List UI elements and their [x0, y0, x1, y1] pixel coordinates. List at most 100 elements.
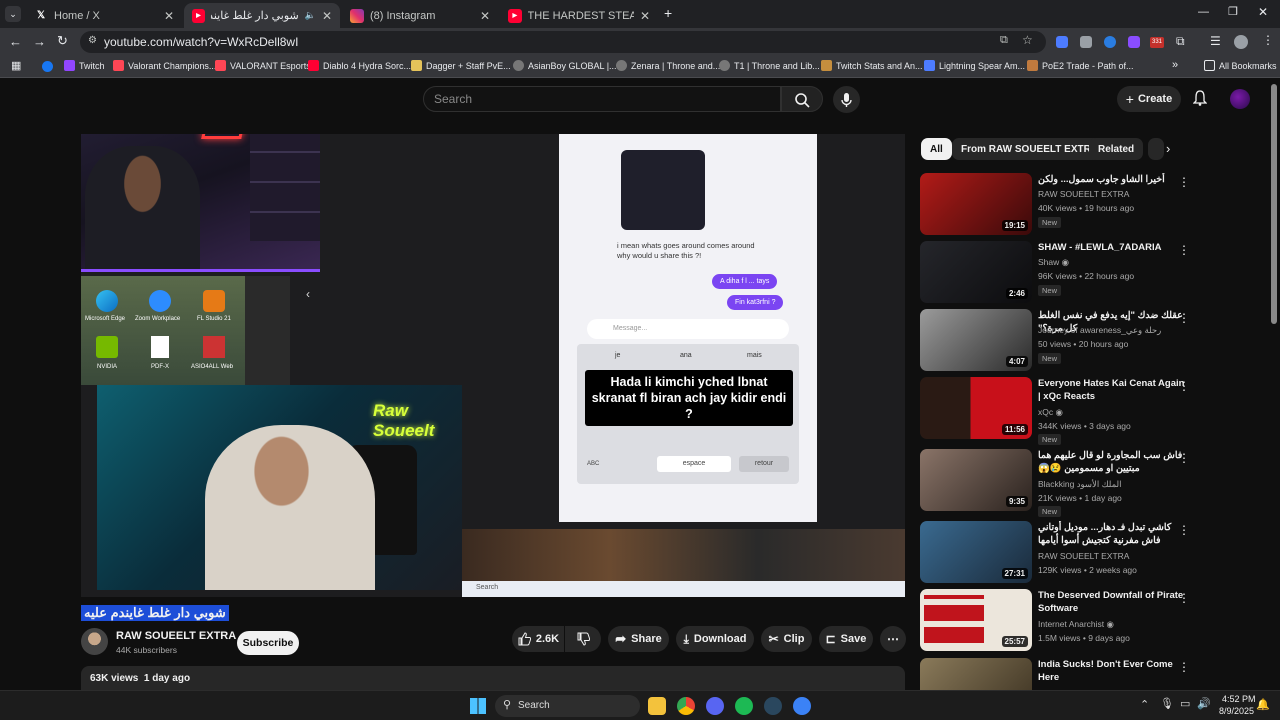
- tab-x-home[interactable]: 𝕏 Home / X ✕: [26, 3, 182, 28]
- download-button[interactable]: ⤓ Download: [676, 626, 754, 652]
- tab-youtube-current[interactable]: ▶ شوبي دار غلط غايندم عليه - 🔈 ✕: [184, 3, 340, 28]
- cast-icon[interactable]: ⧉: [1000, 34, 1008, 47]
- apps-grid-icon[interactable]: ▦: [11, 59, 21, 72]
- all-bookmarks-folder[interactable]: All Bookmarks: [1204, 60, 1277, 71]
- video-thumbnail[interactable]: [920, 658, 1032, 690]
- bookmark-poe2-trade[interactable]: PoE2 Trade - Path of...: [1027, 60, 1134, 71]
- like-button[interactable]: 2.6K: [512, 626, 564, 652]
- recommendation-item[interactable]: 27:31 كاشي تبدل فـ دهار... موديل أوتاني …: [920, 521, 1265, 585]
- recommendation-item[interactable]: 2:46 SHAW - #LEWLA_7ADARIA Shaw ◉ 96K vi…: [920, 241, 1265, 305]
- bookmark-diablo[interactable]: Diablo 4 Hydra Sorc...: [308, 60, 411, 71]
- app-icon[interactable]: [793, 697, 811, 715]
- close-icon[interactable]: ✕: [322, 9, 332, 23]
- chip-from-channel[interactable]: From RAW SOUEELT EXTRA: [952, 138, 1108, 160]
- kebab-menu-icon[interactable]: ⋮: [1178, 451, 1190, 465]
- bookmark-asianboy[interactable]: AsianBoy GLOBAL |...: [513, 60, 617, 71]
- menu-kebab-icon[interactable]: ⋮: [1262, 33, 1274, 47]
- close-icon[interactable]: ✕: [164, 9, 174, 23]
- video-title[interactable]: أخيرا الشاو جاوب سمول... ولكن: [1038, 173, 1188, 186]
- forward-icon[interactable]: →: [33, 34, 46, 49]
- steam-icon[interactable]: [764, 697, 782, 715]
- bookmark-star-icon[interactable]: ☆: [1022, 33, 1033, 47]
- recommendation-item[interactable]: 11:56 Everyone Hates Kai Cenat Again | x…: [920, 377, 1265, 445]
- windows-start-icon[interactable]: [470, 698, 486, 714]
- description-box[interactable]: 63K views 1 day ago: [81, 666, 905, 690]
- subscribe-button[interactable]: Subscribe: [237, 631, 299, 655]
- create-button[interactable]: + Create: [1117, 86, 1181, 112]
- tab-steak-challenge[interactable]: ▶ THE HARDEST STEAK CHALLEN ✕: [500, 3, 658, 28]
- discord-icon[interactable]: [706, 697, 724, 715]
- account-avatar[interactable]: [1230, 89, 1250, 109]
- kebab-menu-icon[interactable]: ⋮: [1178, 379, 1190, 393]
- chip-related[interactable]: Related: [1089, 138, 1144, 160]
- clip-button[interactable]: ✂ Clip: [761, 626, 812, 652]
- extension-badge[interactable]: 331: [1150, 37, 1164, 48]
- video-title[interactable]: فاش سب المجاورة لو قال عليهم هما مبتيين …: [1038, 449, 1188, 475]
- share-button[interactable]: ➦ Share: [608, 626, 669, 652]
- chevron-right-icon[interactable]: ›: [1166, 141, 1170, 156]
- reload-icon[interactable]: ↻: [57, 33, 68, 49]
- chip-partial[interactable]: [1148, 138, 1164, 160]
- extension-icon[interactable]: [1128, 36, 1140, 48]
- video-thumbnail[interactable]: 19:15: [920, 173, 1032, 235]
- player-chevron-icon[interactable]: ‹: [306, 287, 310, 301]
- video-title[interactable]: كاشي تبدل فـ دهار... موديل أوتاني فاش مف…: [1038, 521, 1188, 547]
- tab-search-dropdown[interactable]: ⌄: [5, 6, 21, 22]
- channel-name[interactable]: Shaw ◉: [1038, 257, 1069, 268]
- site-info-icon[interactable]: ⚙: [88, 35, 97, 46]
- channel-name[interactable]: RAW SOUEELT EXTRA: [116, 630, 236, 642]
- page-scrollbar[interactable]: [1271, 84, 1277, 324]
- save-button[interactable]: ⊏ Save: [819, 626, 873, 652]
- bookmark-valorant-champions[interactable]: Valorant Champions...: [113, 60, 216, 71]
- tab-instagram[interactable]: (8) Instagram ✕: [342, 3, 498, 28]
- channel-avatar[interactable]: [81, 628, 108, 655]
- bookmark-lightning-spear[interactable]: Lightning Spear Am...: [924, 60, 1025, 71]
- volume-icon[interactable]: 🔊: [1197, 697, 1211, 710]
- video-thumbnail[interactable]: 4:07: [920, 309, 1032, 371]
- new-tab-button[interactable]: +: [664, 5, 672, 21]
- clock-date[interactable]: 8/9/2025: [1219, 706, 1254, 716]
- spotify-icon[interactable]: [735, 697, 753, 715]
- recommendation-item[interactable]: 4:07 عقلك ضدك "إيه يدفع في نفس الغلط كل …: [920, 309, 1265, 373]
- url-bar[interactable]: ⚙ youtube.com/watch?v=WxRcDell8wI ⧉ ☆: [80, 31, 1046, 53]
- bookmark-twitch[interactable]: Twitch: [64, 60, 105, 71]
- kebab-menu-icon[interactable]: ⋮: [1178, 523, 1190, 537]
- close-icon[interactable]: ✕: [480, 9, 490, 23]
- video-title[interactable]: India Sucks! Don't Ever Come Here: [1038, 658, 1188, 684]
- video-title[interactable]: The Deserved Downfall of Pirate Software: [1038, 589, 1188, 615]
- kebab-menu-icon[interactable]: ⋮: [1178, 243, 1190, 257]
- microphone-tray-icon[interactable]: 🎙: [1160, 697, 1174, 710]
- kebab-menu-icon[interactable]: ⋮: [1178, 175, 1190, 189]
- reading-list-icon[interactable]: ☰: [1210, 34, 1221, 48]
- file-explorer-icon[interactable]: [648, 697, 666, 715]
- window-close-button[interactable]: ✕: [1258, 5, 1268, 19]
- video-thumbnail[interactable]: 25:57: [920, 589, 1032, 651]
- kebab-menu-icon[interactable]: ⋮: [1178, 311, 1190, 325]
- clock-time[interactable]: 4:52 PM: [1222, 694, 1256, 704]
- video-title[interactable]: SHAW - #LEWLA_7ADARIA: [1038, 241, 1188, 254]
- bookmark-t1[interactable]: T1 | Throne and Lib...: [719, 60, 820, 71]
- channel-name[interactable]: RAW SOUEELT EXTRA: [1038, 551, 1129, 561]
- taskbar-search[interactable]: ⚲ Search: [495, 695, 640, 717]
- channel-name[interactable]: Blackking الملك الأسود: [1038, 479, 1121, 490]
- recommendation-item[interactable]: 9:35 فاش سب المجاورة لو قال عليهم هما مب…: [920, 449, 1265, 517]
- profile-avatar[interactable]: [1234, 35, 1248, 49]
- video-thumbnail[interactable]: 27:31: [920, 521, 1032, 583]
- more-actions-button[interactable]: ⋯: [880, 626, 906, 652]
- network-icon[interactable]: ▭: [1180, 697, 1190, 710]
- recommendation-item[interactable]: India Sucks! Don't Ever Come Here ⋮: [920, 658, 1265, 690]
- bookmark-valorant-esports[interactable]: VALORANT Esports: [215, 60, 311, 71]
- close-icon[interactable]: ✕: [640, 9, 650, 23]
- video-thumbnail[interactable]: 2:46: [920, 241, 1032, 303]
- extension-icon[interactable]: [1104, 36, 1116, 48]
- extension-icon[interactable]: [1056, 36, 1068, 48]
- chrome-icon[interactable]: [677, 697, 695, 715]
- video-thumbnail[interactable]: 9:35: [920, 449, 1032, 511]
- recommendation-item[interactable]: 19:15 أخيرا الشاو جاوب سمول... ولكن RAW …: [920, 173, 1265, 237]
- dislike-button[interactable]: [565, 626, 601, 652]
- channel-name[interactable]: Internet Anarchist ◉: [1038, 619, 1114, 630]
- search-button[interactable]: [781, 86, 823, 112]
- speaker-icon[interactable]: 🔈: [305, 10, 316, 21]
- video-player[interactable]: i mean whats goes around comes around wh…: [81, 134, 905, 597]
- kebab-menu-icon[interactable]: ⋮: [1178, 591, 1190, 605]
